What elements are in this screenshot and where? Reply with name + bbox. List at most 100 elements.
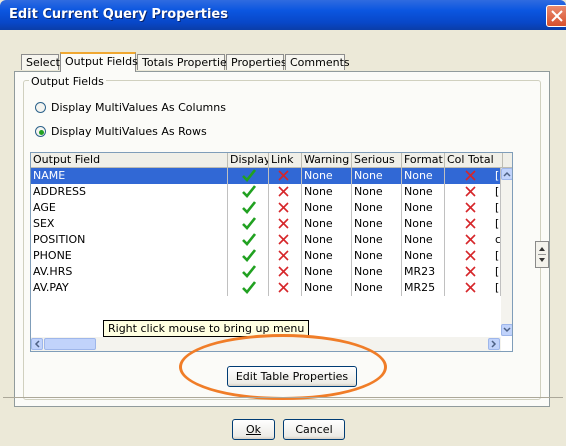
col-header-format[interactable]: Format <box>402 153 445 167</box>
col-header-output-field[interactable]: Output Field <box>31 153 228 167</box>
cross-icon <box>465 202 476 213</box>
tab-select[interactable]: Select <box>21 54 60 70</box>
col-header-display[interactable]: Display <box>228 153 269 167</box>
scroll-thumb[interactable] <box>44 338 96 350</box>
scroll-down-button[interactable] <box>501 324 512 336</box>
cell-overflow-text: [ <box>495 281 500 294</box>
cell-serious[interactable]: None <box>352 248 402 264</box>
cell-col-total[interactable]: [ <box>445 280 501 296</box>
row-move-spinner[interactable] <box>535 241 549 268</box>
cell-format[interactable]: None <box>402 168 445 184</box>
cell-display[interactable] <box>228 248 269 264</box>
cell-format[interactable]: MR23 <box>402 264 445 280</box>
cell-col-total[interactable]: [ <box>445 264 501 280</box>
scroll-up-button[interactable] <box>501 168 512 180</box>
cell-warning[interactable]: None <box>302 248 352 264</box>
cell-link[interactable] <box>269 264 302 280</box>
scroll-left-button[interactable] <box>31 338 43 350</box>
cell-warning[interactable]: None <box>302 232 352 248</box>
cell-format[interactable]: MR25 <box>402 280 445 296</box>
cell-col-total[interactable]: [ <box>445 184 501 200</box>
cell-overflow-text: [ <box>495 217 500 230</box>
table-row[interactable]: POSITION None None None c <box>31 232 501 248</box>
cell-format[interactable]: None <box>402 248 445 264</box>
cell-link[interactable] <box>269 232 302 248</box>
cell-format[interactable]: None <box>402 232 445 248</box>
ok-button[interactable]: Ok <box>232 419 275 440</box>
close-icon <box>551 10 563 22</box>
cross-icon <box>278 218 289 229</box>
radio-label: Display MultiValues As Columns <box>51 101 226 114</box>
cell-display[interactable] <box>228 216 269 232</box>
cell-serious[interactable]: None <box>352 216 402 232</box>
dialog-window: Edit Current Query Properties Select Out… <box>0 0 566 446</box>
cell-display[interactable] <box>228 168 269 184</box>
cell-warning[interactable]: None <box>302 216 352 232</box>
cell-serious[interactable]: None <box>352 200 402 216</box>
tab-label: Totals Properties <box>142 56 233 69</box>
table-row[interactable]: PHONE None None None[ <box>31 248 501 264</box>
col-header-col-total[interactable]: Col Total <box>445 153 503 167</box>
vertical-scrollbar[interactable] <box>501 168 512 336</box>
table-row[interactable]: AV.PAY None None MR25[ <box>31 280 501 296</box>
cell-link[interactable] <box>269 216 302 232</box>
cell-overflow-text: [ <box>495 185 500 198</box>
cell-warning[interactable]: None <box>302 280 352 296</box>
table-row[interactable]: ADDRESS None None None[ <box>31 184 501 200</box>
cell-col-total[interactable]: [ <box>445 200 501 216</box>
cell-output-field[interactable]: POSITION <box>31 232 228 248</box>
cell-warning[interactable]: None <box>302 168 352 184</box>
col-header-serious[interactable]: Serious <box>352 153 402 167</box>
cell-serious[interactable]: None <box>352 232 402 248</box>
cell-output-field[interactable]: AV.PAY <box>31 280 228 296</box>
cancel-button[interactable]: Cancel <box>283 419 345 440</box>
cell-col-total[interactable]: c <box>445 232 501 248</box>
cell-warning[interactable]: None <box>302 184 352 200</box>
cell-output-field[interactable]: NAME <box>31 168 228 184</box>
cell-serious[interactable]: None <box>352 184 402 200</box>
cell-serious[interactable]: None <box>352 280 402 296</box>
cell-display[interactable] <box>228 184 269 200</box>
tab-comments[interactable]: Comments <box>285 54 350 70</box>
cell-display[interactable] <box>228 200 269 216</box>
cell-output-field[interactable]: AGE <box>31 200 228 216</box>
cell-warning[interactable]: None <box>302 264 352 280</box>
check-icon <box>242 281 257 294</box>
scroll-right-button[interactable] <box>488 338 500 350</box>
cell-link[interactable] <box>269 200 302 216</box>
col-header-link[interactable]: Link <box>269 153 302 167</box>
cell-warning[interactable]: None <box>302 200 352 216</box>
cell-output-field[interactable]: ADDRESS <box>31 184 228 200</box>
table-row[interactable]: AV.HRS None None MR23[ <box>31 264 501 280</box>
cell-format[interactable]: None <box>402 216 445 232</box>
tab-output-fields[interactable]: Output Fields <box>60 52 138 72</box>
close-button[interactable] <box>546 5 566 27</box>
cell-output-field[interactable]: AV.HRS <box>31 264 228 280</box>
tab-properties[interactable]: Properties <box>226 54 287 70</box>
cell-output-field[interactable]: PHONE <box>31 248 228 264</box>
cell-col-total[interactable]: [ <box>445 248 501 264</box>
cell-overflow-text: [ <box>495 201 500 214</box>
cell-output-field[interactable]: SEX <box>31 216 228 232</box>
cell-link[interactable] <box>269 184 302 200</box>
cell-link[interactable] <box>269 280 302 296</box>
col-header-warning[interactable]: Warning <box>302 153 352 167</box>
cell-display[interactable] <box>228 280 269 296</box>
table-row[interactable]: AGE None None None[ <box>31 200 501 216</box>
chevron-right-icon <box>491 340 497 348</box>
cell-format[interactable]: None <box>402 200 445 216</box>
table-row[interactable]: NAME None None None[ <box>31 168 501 184</box>
tab-totals-properties[interactable]: Totals Properties <box>137 54 233 70</box>
cell-serious[interactable]: None <box>352 264 402 280</box>
cell-link[interactable] <box>269 168 302 184</box>
cell-col-total[interactable]: [ <box>445 168 501 184</box>
cell-serious[interactable]: None <box>352 168 402 184</box>
cell-col-total[interactable]: [ <box>445 216 501 232</box>
cell-format[interactable]: None <box>402 184 445 200</box>
cell-display[interactable] <box>228 264 269 280</box>
cell-link[interactable] <box>269 248 302 264</box>
table-row[interactable]: SEX None None None[ <box>31 216 501 232</box>
title-bar[interactable]: Edit Current Query Properties <box>0 0 566 30</box>
cross-icon <box>278 170 289 181</box>
cell-display[interactable] <box>228 232 269 248</box>
